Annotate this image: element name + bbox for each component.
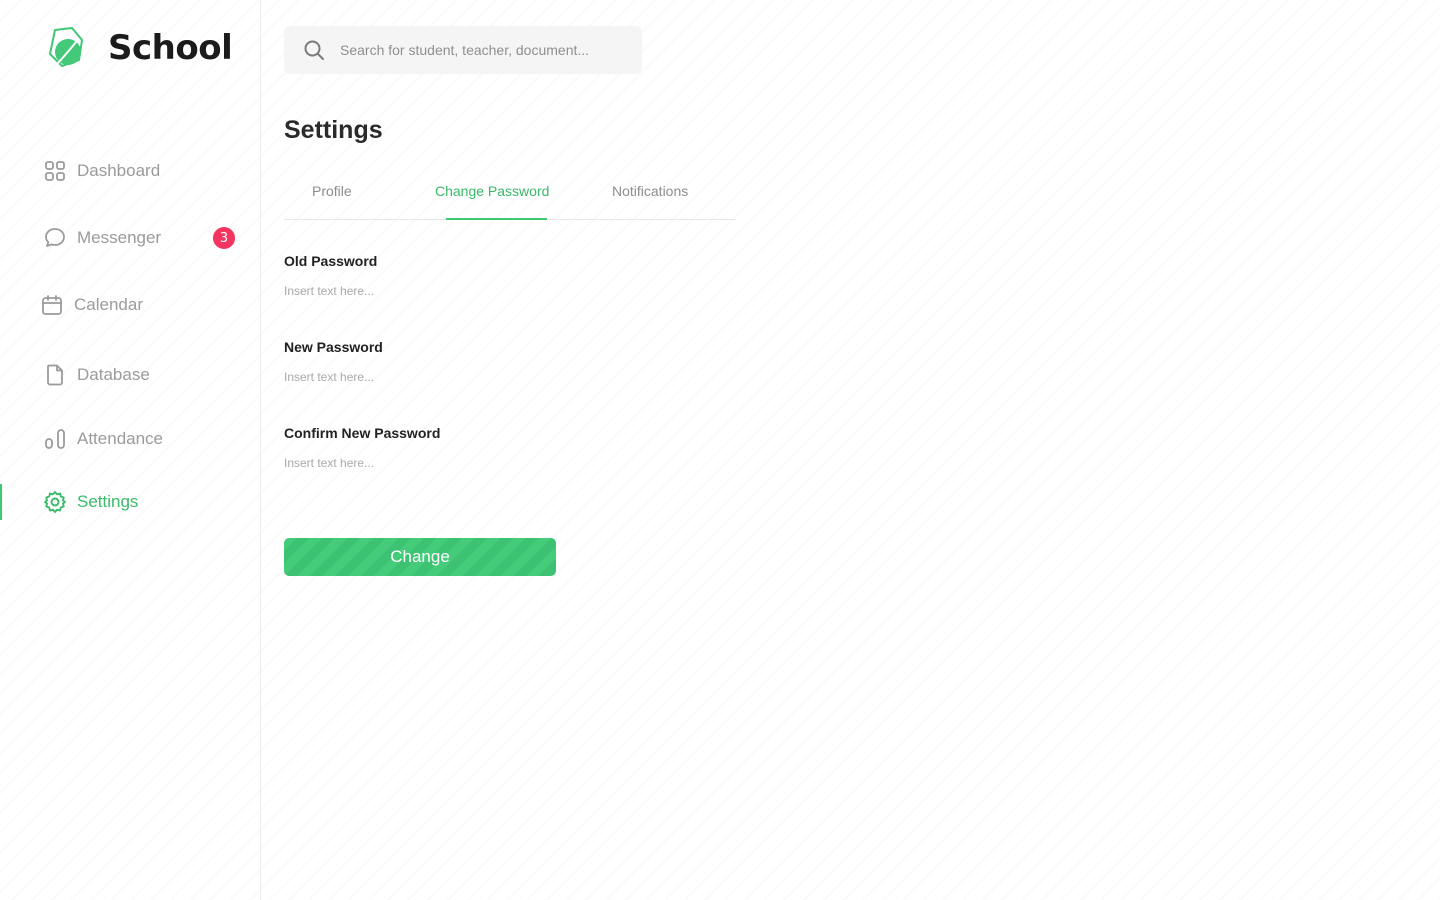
sidebar-item-label: Settings xyxy=(77,492,139,511)
old-password-input[interactable] xyxy=(284,282,584,300)
brand-name: School xyxy=(108,28,233,68)
active-tab-indicator xyxy=(446,218,547,220)
new-password-label: New Password xyxy=(284,339,383,355)
confirm-password-label: Confirm New Password xyxy=(284,425,441,441)
sidebar-item-messenger[interactable]: Messenger 3 xyxy=(0,220,260,256)
confirm-password-field: Confirm New Password xyxy=(284,425,604,472)
search-icon xyxy=(304,40,324,60)
sidebar-item-settings[interactable]: Settings xyxy=(0,484,260,520)
calendar-icon xyxy=(40,293,64,317)
unread-count-badge: 3 xyxy=(213,227,235,249)
change-password-button[interactable]: Change xyxy=(284,538,556,576)
tab-notifications[interactable]: Notifications xyxy=(612,183,688,199)
sidebar-item-label: Database xyxy=(77,365,150,384)
search-bar[interactable] xyxy=(284,26,642,74)
sidebar-item-label: Calendar xyxy=(74,295,143,314)
sidebar: School Dashboard Messenger 3 Calendar Da… xyxy=(0,0,261,900)
sidebar-item-label: Attendance xyxy=(77,429,164,448)
sidebar-item-label: Dashboard xyxy=(77,161,161,180)
gear-icon xyxy=(43,490,67,514)
tab-profile[interactable]: Profile xyxy=(312,183,352,199)
bar-chart-icon xyxy=(43,427,67,451)
sidebar-item-label: Messenger xyxy=(77,228,162,247)
brand[interactable]: School xyxy=(46,26,233,70)
search-input[interactable] xyxy=(340,26,630,74)
new-password-field: New Password xyxy=(284,339,604,386)
grid-icon xyxy=(43,159,67,183)
old-password-field: Old Password xyxy=(284,253,604,300)
new-password-input[interactable] xyxy=(284,368,584,386)
sidebar-item-attendance[interactable]: Attendance xyxy=(0,421,260,457)
sidebar-item-dashboard[interactable]: Dashboard xyxy=(0,153,260,189)
old-password-label: Old Password xyxy=(284,253,378,269)
settings-tabs: Profile Change Password Notifications xyxy=(284,170,736,220)
sidebar-item-database[interactable]: Database xyxy=(0,357,260,393)
page-title: Settings xyxy=(284,116,383,144)
chat-bubble-icon xyxy=(43,226,67,250)
sidebar-item-calendar[interactable]: Calendar xyxy=(0,287,260,323)
leaf-logo-icon xyxy=(49,27,83,67)
confirm-password-input[interactable] xyxy=(284,454,584,472)
tab-change-password[interactable]: Change Password xyxy=(435,183,549,199)
document-icon xyxy=(43,363,67,387)
